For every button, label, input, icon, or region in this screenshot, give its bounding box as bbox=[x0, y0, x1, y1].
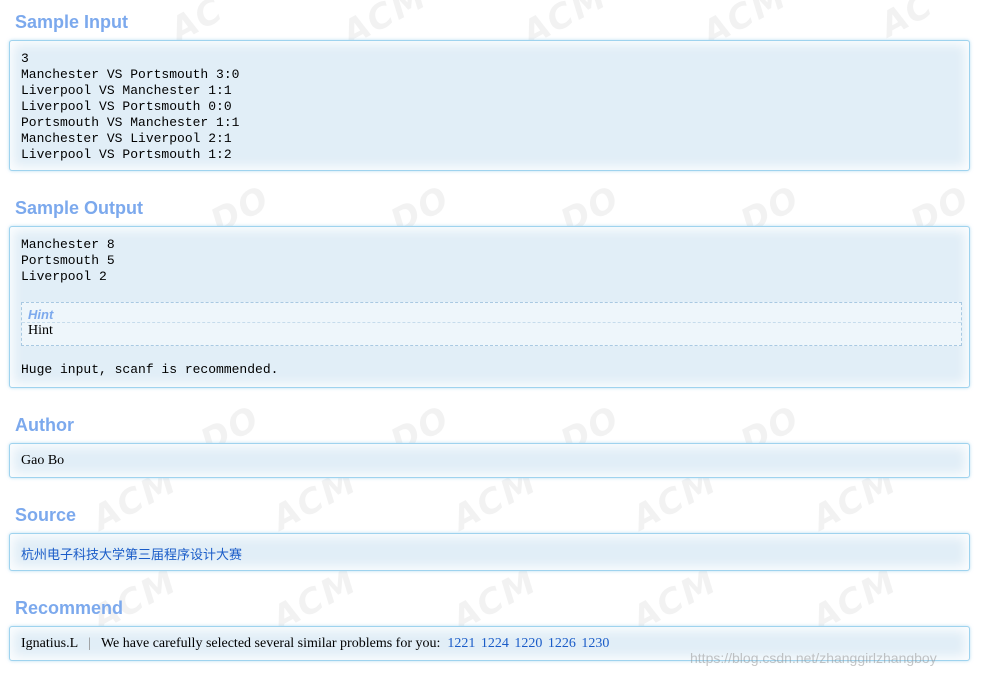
sample-input-panel: 3 Manchester VS Portsmouth 3:0 Liverpool… bbox=[9, 40, 970, 171]
sample-output-title: Sample Output bbox=[15, 198, 144, 218]
recommend-user: Ignatius.L bbox=[21, 636, 79, 651]
hint-box: Hint Hint bbox=[21, 302, 962, 346]
recommend-problem-link[interactable]: 1221 bbox=[447, 636, 475, 651]
recommend-title: Recommend bbox=[15, 598, 124, 618]
source-panel: 杭州电子科技大学第三届程序设计大赛 bbox=[9, 533, 970, 571]
author-title: Author bbox=[15, 415, 74, 435]
recommend-problem-link[interactable]: 1230 bbox=[581, 636, 609, 651]
blog-url-watermark: https://blog.csdn.net/zhanggirlzhangboy bbox=[690, 650, 937, 666]
author-panel: Gao Bo bbox=[9, 443, 970, 478]
sample-output-text: Manchester 8 Portsmouth 5 Liverpool 2 bbox=[21, 237, 115, 284]
sample-output-note: Huge input, scanf is recommended. bbox=[21, 362, 279, 377]
sample-input-text: 3 Manchester VS Portsmouth 3:0 Liverpool… bbox=[21, 51, 240, 162]
recommend-separator: | bbox=[88, 636, 91, 651]
sample-output-panel: Manchester 8 Portsmouth 5 Liverpool 2 Hi… bbox=[9, 226, 970, 388]
hint-body: Hint bbox=[28, 323, 53, 338]
author-name: Gao Bo bbox=[21, 453, 65, 468]
source-link[interactable]: 杭州电子科技大学第三届程序设计大赛 bbox=[21, 548, 242, 563]
recommend-problem-link[interactable]: 1220 bbox=[514, 636, 542, 651]
hint-title: Hint bbox=[22, 303, 961, 323]
source-title: Source bbox=[15, 505, 77, 525]
sample-input-title: Sample Input bbox=[15, 12, 129, 32]
recommend-message: We have carefully selected several simil… bbox=[100, 636, 441, 651]
recommend-problem-link[interactable]: 1226 bbox=[548, 636, 576, 651]
recommend-problem-link[interactable]: 1224 bbox=[481, 636, 509, 651]
